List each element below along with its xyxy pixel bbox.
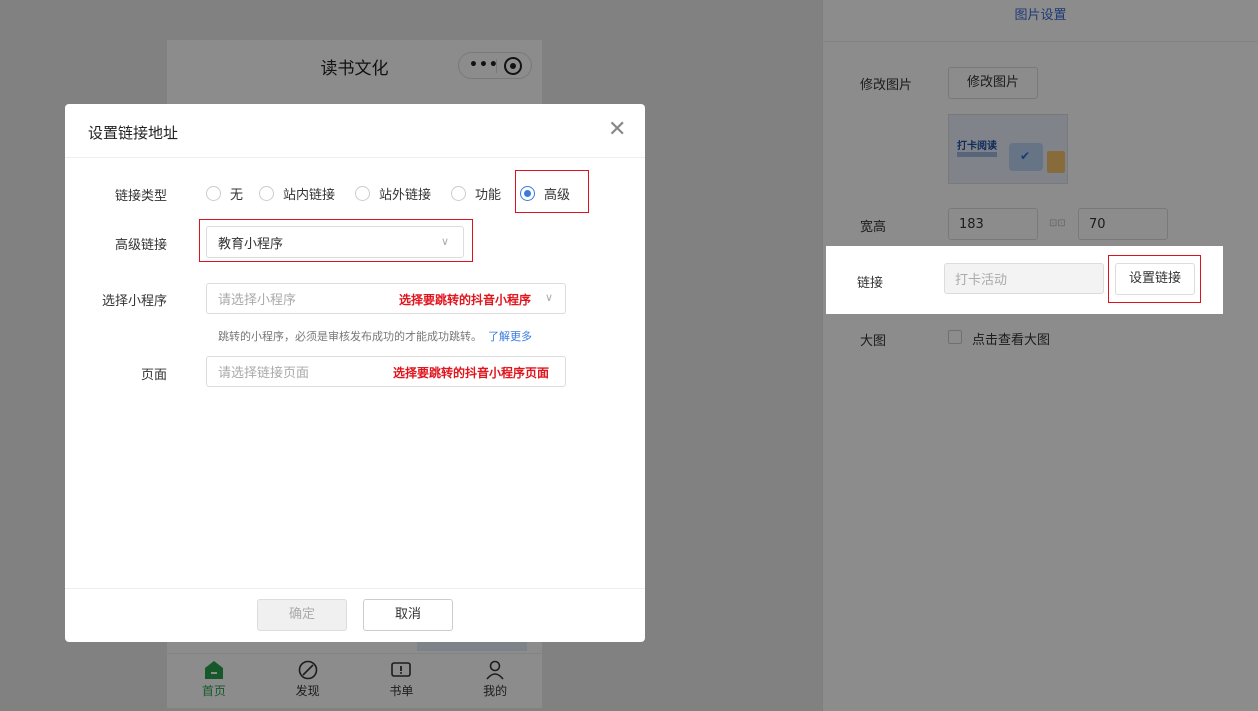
annotation-box bbox=[1108, 255, 1201, 303]
divider bbox=[65, 157, 645, 158]
advanced-link-label: 高级链接 bbox=[114, 238, 167, 253]
hint-text: 跳转的小程序，必须是审核发布成功的才能成功跳转。 bbox=[218, 330, 482, 343]
radio-external-link[interactable]: 站外链接 bbox=[355, 184, 431, 203]
radio-circle bbox=[451, 186, 466, 201]
miniprogram-annotation: 选择要跳转的抖音小程序 bbox=[399, 293, 532, 307]
miniprogram-placeholder: 请选择小程序 bbox=[218, 293, 297, 308]
confirm-button[interactable]: 确定 bbox=[257, 599, 347, 631]
link-settings-dialog: 设置链接地址 ✕ 链接类型 无 站内链接 站外链接 功能 高级 高级链接 教育小… bbox=[65, 104, 645, 642]
radio-circle bbox=[206, 186, 221, 201]
close-icon[interactable]: ✕ bbox=[608, 117, 626, 142]
link-row-highlight: 链接 打卡活动 设置链接 bbox=[826, 246, 1223, 314]
miniprogram-hint: 跳转的小程序，必须是审核发布成功的才能成功跳转。 了解更多 bbox=[218, 328, 532, 344]
radio-internal-link[interactable]: 站内链接 bbox=[259, 184, 335, 203]
radio-circle bbox=[355, 186, 370, 201]
page-placeholder: 请选择链接页面 bbox=[218, 366, 310, 381]
radio-label: 无 bbox=[230, 188, 244, 203]
chevron-down-icon: ∨ bbox=[545, 291, 554, 304]
link-type-label: 链接类型 bbox=[114, 189, 167, 204]
link-label: 链接 bbox=[857, 276, 884, 291]
radio-circle bbox=[259, 186, 274, 201]
dialog-title: 设置链接地址 bbox=[88, 124, 179, 142]
link-value-input[interactable]: 打卡活动 bbox=[944, 263, 1104, 294]
radio-label: 站外链接 bbox=[379, 188, 432, 203]
radio-none[interactable]: 无 bbox=[206, 184, 243, 203]
radio-function[interactable]: 功能 bbox=[451, 184, 501, 203]
annotation-box bbox=[515, 170, 589, 213]
learn-more-link[interactable]: 了解更多 bbox=[488, 330, 532, 343]
cancel-button[interactable]: 取消 bbox=[363, 599, 453, 631]
radio-label: 站内链接 bbox=[283, 188, 336, 203]
divider bbox=[65, 588, 645, 589]
miniprogram-label: 选择小程序 bbox=[101, 294, 167, 309]
radio-label: 功能 bbox=[475, 188, 502, 203]
page-annotation: 选择要跳转的抖音小程序页面 bbox=[393, 366, 550, 380]
page-label: 页面 bbox=[140, 368, 167, 383]
annotation-box bbox=[199, 219, 473, 262]
